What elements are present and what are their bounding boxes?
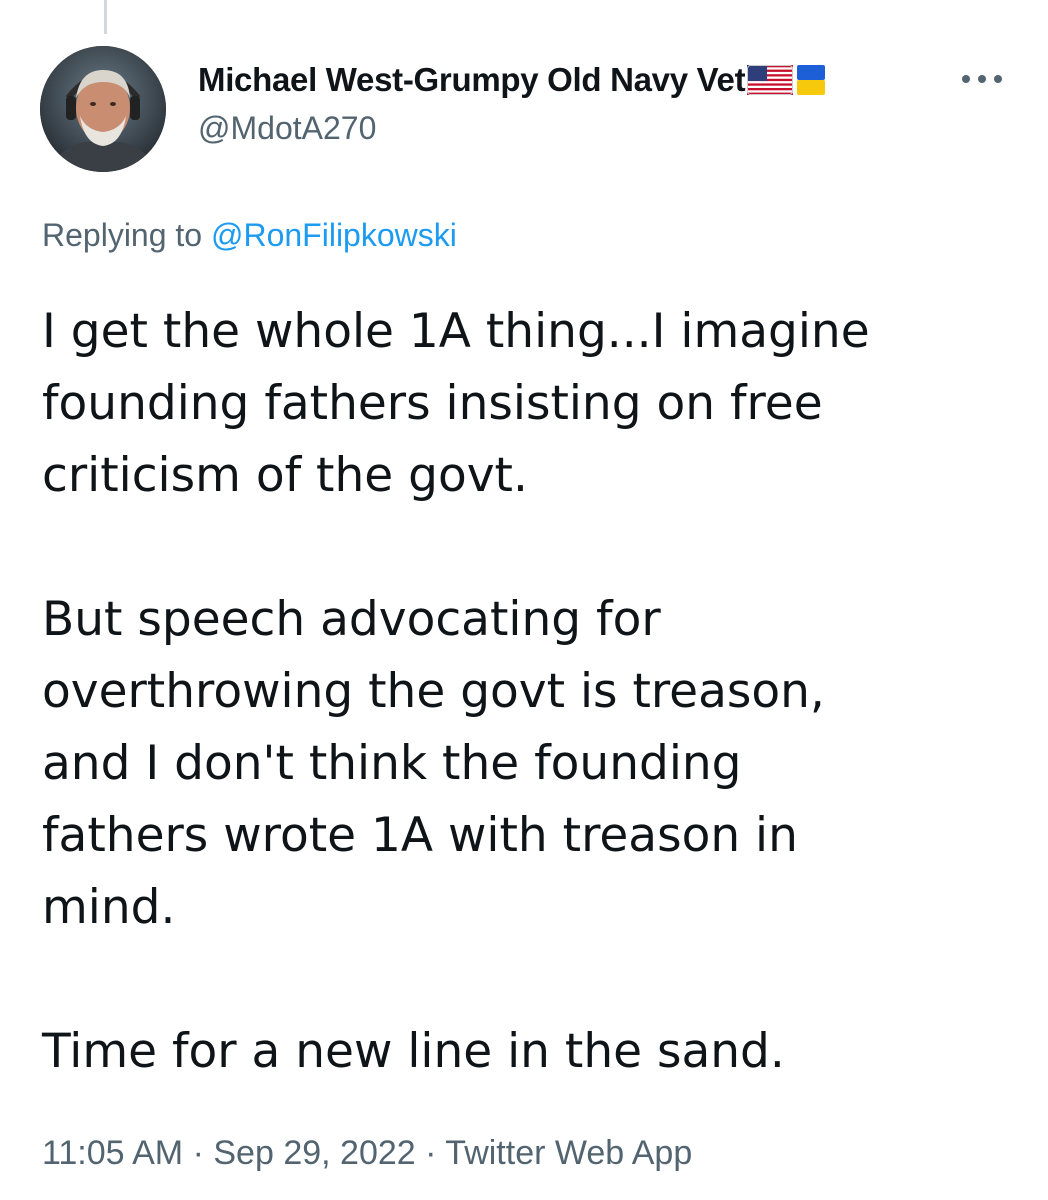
author-display-name[interactable]: Michael West-Grumpy Old Navy Vet <box>198 61 746 99</box>
tweet-author: Michael West-Grumpy Old Navy Vet @MdotA2… <box>198 58 826 147</box>
tweet-source: Twitter Web App <box>445 1134 693 1172</box>
author-name-row: Michael West-Grumpy Old Navy Vet <box>198 58 826 102</box>
tweet-paragraph: I get the whole 1A thing...I imagine fou… <box>42 296 1002 512</box>
tweet-text-line: Time for a new line in the sand. <box>42 1024 785 1079</box>
tweet-text-line: founding fathers insisting on free <box>42 376 823 431</box>
tweet-text-line: But speech advocating for <box>42 592 661 647</box>
replying-to-label: Replying to <box>42 217 203 253</box>
more-options-button[interactable] <box>958 62 1006 96</box>
tweet-paragraph: But speech advocating for overthrowing t… <box>42 584 1002 944</box>
tweet-text-line: overthrowing the govt is treason, <box>42 664 825 719</box>
avatar[interactable] <box>40 46 166 172</box>
tweet-text-line: I get the whole 1A thing...I imagine <box>42 304 870 359</box>
meta-separator: · <box>192 1134 204 1172</box>
reply-mention-link[interactable]: @RonFilipkowski <box>211 217 457 253</box>
author-handle[interactable]: @MdotA270 <box>198 110 825 147</box>
tweet-time-link[interactable]: 11:05 AM <box>42 1134 183 1172</box>
tweet-paragraph: Time for a new line in the sand. <box>42 1016 1002 1088</box>
ukraine-flag-icon <box>795 65 826 95</box>
replying-to: Replying to @RonFilipkowski <box>42 217 457 254</box>
tweet-text-line: fathers wrote 1A with treason in <box>42 808 798 863</box>
tweet-date-link[interactable]: Sep 29, 2022 <box>213 1134 415 1172</box>
avatar-photo <box>40 46 166 172</box>
more-dots-icon <box>962 75 1002 83</box>
tweet-meta: 11:05 AM · Sep 29, 2022 · Twitter Web Ap… <box>42 1134 692 1173</box>
tweet-text: I get the whole 1A thing...I imagine fou… <box>42 296 1002 1088</box>
meta-separator: · <box>425 1134 437 1172</box>
tweet-text-line: and I don't think the founding <box>42 736 742 791</box>
tweet-text-line: criticism of the govt. <box>42 448 528 503</box>
tweet-text-line: mind. <box>42 880 176 935</box>
thread-connector-line <box>104 0 107 34</box>
us-flag-icon <box>747 65 794 95</box>
